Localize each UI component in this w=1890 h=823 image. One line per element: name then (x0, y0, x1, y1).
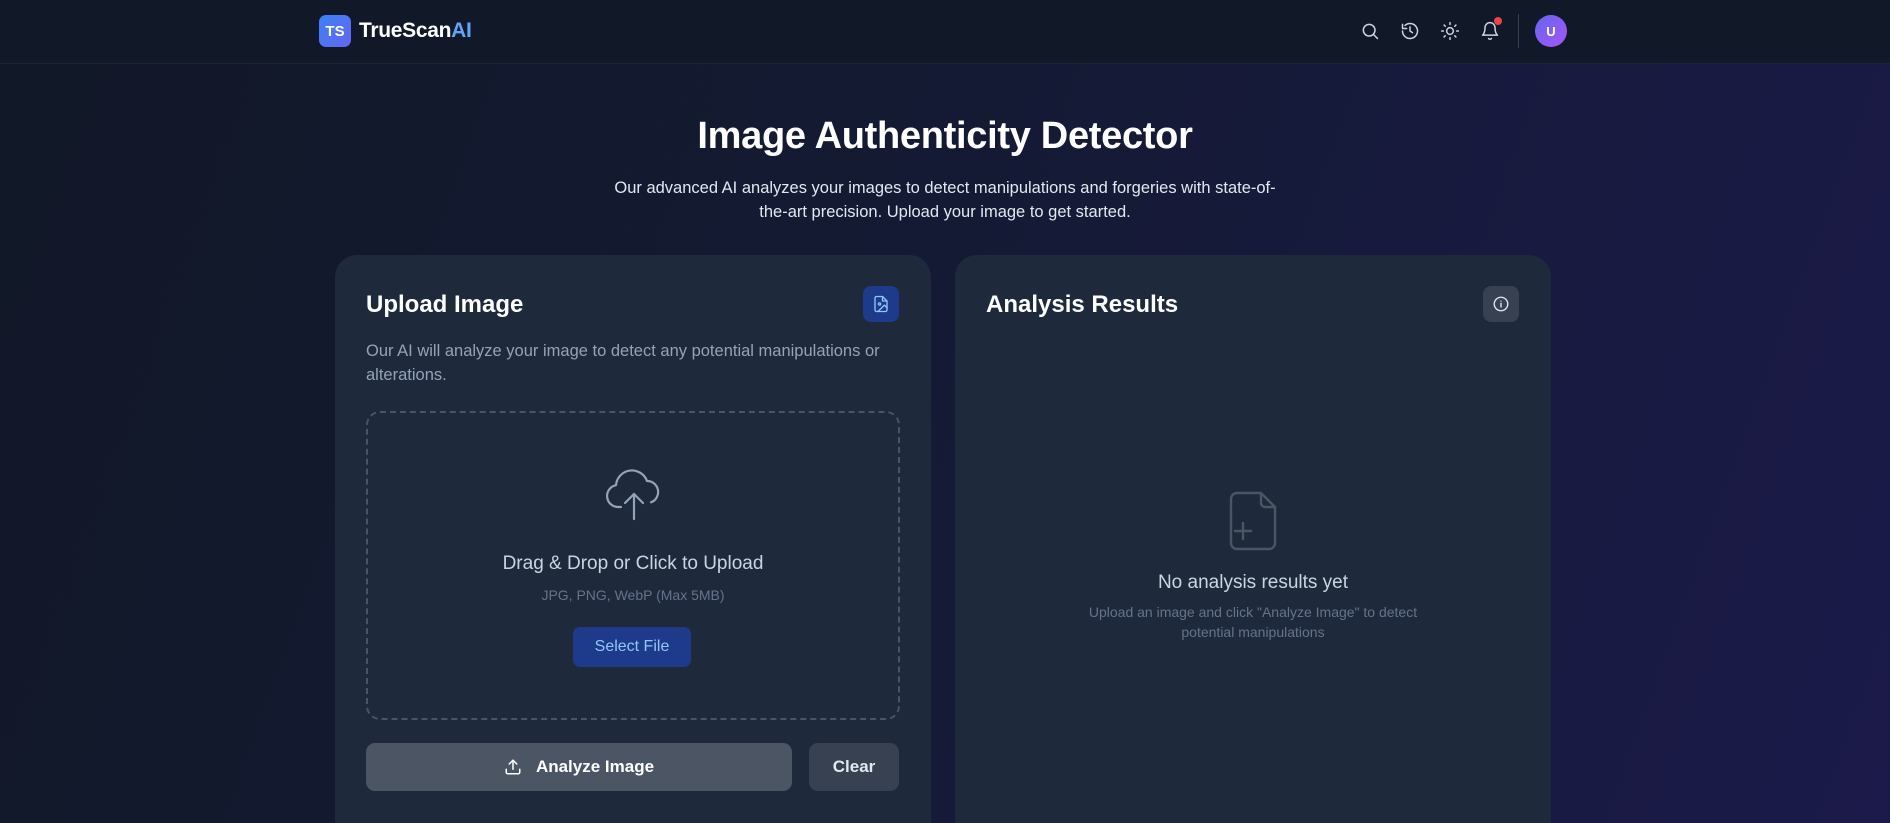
notification-dot (1494, 17, 1502, 25)
upload-card-description: Our AI will analyze your image to detect… (366, 342, 880, 384)
notifications-button[interactable] (1476, 17, 1504, 45)
cloud-upload-icon (603, 467, 665, 523)
upload-card-title: Upload Image (366, 291, 524, 318)
image-file-icon (874, 295, 888, 313)
theme-toggle-button[interactable] (1436, 17, 1464, 45)
page-title: Image Authenticity Detector (697, 115, 1193, 157)
nav-icon-group (1356, 17, 1516, 45)
logo[interactable]: TS TrueScanAI (319, 15, 472, 47)
upload-card: Upload Image Our AI will analyze your im… (335, 255, 931, 823)
results-card-title: Analysis Results (986, 291, 1179, 318)
theme-toggle-icon (1440, 21, 1460, 41)
logo-badge: TS (319, 15, 351, 47)
search-button[interactable] (1356, 17, 1384, 45)
empty-state-title: No analysis results yet (1157, 572, 1349, 593)
analyze-image-button[interactable]: Analyze Image (366, 743, 792, 791)
dropzone-formats: JPG, PNG, WebP (Max 5MB) (541, 587, 725, 603)
analyze-image-label: Analyze Image (535, 757, 655, 776)
empty-state-subtitle: Upload an image and click "Analyze Image… (1088, 604, 1418, 640)
page-subtitle: Our advanced AI analyzes your images to … (614, 179, 1276, 221)
avatar[interactable]: U (1535, 15, 1567, 47)
search-icon (1362, 23, 1379, 40)
top-navbar: TS TrueScanAI U (0, 0, 1890, 64)
file-plus-icon (1225, 490, 1281, 552)
logo-text-accent: AI (451, 19, 472, 42)
clear-button[interactable]: Clear (809, 743, 899, 791)
upload-dropzone[interactable]: Drag & Drop or Click to Upload JPG, PNG,… (366, 411, 900, 720)
dropzone-title: Drag & Drop or Click to Upload (502, 553, 764, 574)
info-icon (1493, 296, 1509, 312)
upload-card-icon-badge (863, 286, 899, 322)
history-icon (1401, 22, 1419, 40)
logo-text-main: TrueScan (359, 19, 452, 42)
select-file-button[interactable]: Select File (573, 627, 691, 667)
results-card: Analysis Results No analysis results yet… (955, 255, 1551, 823)
nav-divider (1518, 14, 1519, 48)
history-button[interactable] (1396, 17, 1424, 45)
upload-icon (505, 759, 521, 775)
logo-text: TrueScanAI (359, 19, 472, 43)
results-info-button[interactable] (1483, 286, 1519, 322)
